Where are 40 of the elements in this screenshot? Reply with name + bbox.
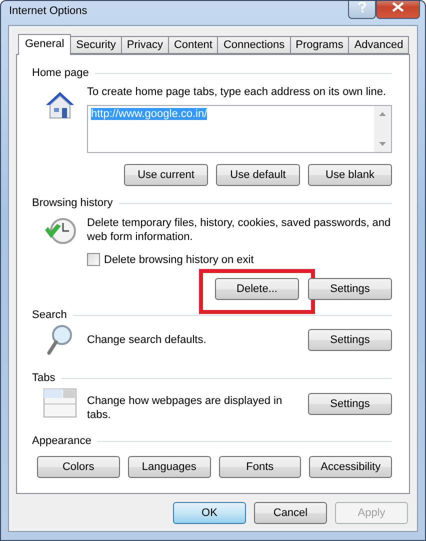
tab[interactable]: Privacy (120, 36, 169, 54)
help-icon (358, 2, 366, 12)
appearance-button[interactable]: Languages (128, 456, 210, 478)
description-text: Change search defaults. (87, 333, 208, 347)
section-heading: Tabs (32, 372, 56, 384)
home-page-button[interactable]: Use default (216, 164, 300, 186)
checkbox[interactable] (87, 253, 100, 266)
tab[interactable]: General (18, 34, 72, 55)
section-heading: Browsing history (32, 197, 113, 209)
tabs-icon (42, 388, 76, 418)
section-heading: Home page (32, 67, 89, 79)
scroll-up-icon (379, 112, 386, 116)
settings-button[interactable]: Settings (308, 329, 392, 351)
home-page-button[interactable]: Use blank (308, 164, 392, 186)
home-page-button[interactable]: Use current (124, 164, 208, 186)
tab[interactable]: Programs (290, 36, 350, 54)
settings-button[interactable]: Settings (308, 278, 392, 300)
tab[interactable]: Advanced (348, 36, 410, 54)
help-button[interactable] (348, 1, 376, 19)
close-button[interactable] (376, 1, 420, 19)
section-heading: Appearance (32, 435, 92, 447)
search-icon (46, 324, 74, 356)
tab[interactable]: Connections (217, 36, 291, 54)
delete-button[interactable]: Delete... (215, 278, 299, 300)
settings-button[interactable]: Settings (308, 393, 392, 415)
tab[interactable]: Security (70, 36, 122, 54)
checkbox-label: Delete browsing history on exit (104, 254, 254, 266)
scroll-down-icon (379, 142, 386, 146)
section-heading: Search (32, 309, 67, 321)
tab[interactable]: Content (168, 36, 218, 54)
description-text: To create home page tabs, type each address on its own line. (87, 85, 388, 99)
appearance-button[interactable]: Accessibility (309, 456, 392, 478)
window-title: Internet Options (9, 5, 88, 17)
description-text: Delete temporary files, history, cookies, saved passwords, and web form information. (87, 216, 392, 244)
appearance-button[interactable]: Fonts (218, 456, 302, 478)
close-icon (392, 2, 404, 12)
appearance-button[interactable]: Colors (37, 456, 120, 478)
dialog-button[interactable]: OK (173, 502, 246, 524)
dialog-button[interactable]: Cancel (254, 502, 327, 524)
description-text: Change how webpages are displayed in tabs. (87, 394, 284, 422)
